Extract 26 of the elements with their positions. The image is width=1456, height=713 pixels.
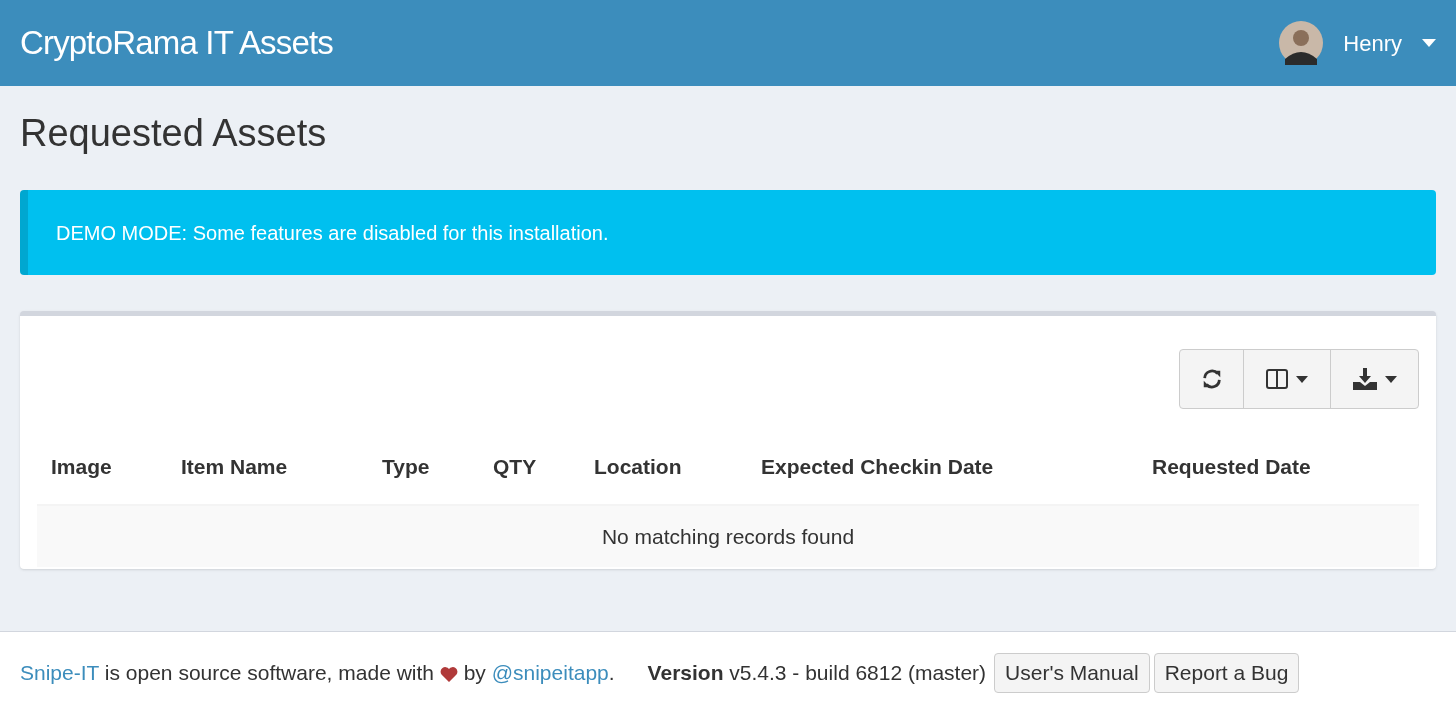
column-header[interactable]: Image [37,429,167,505]
column-header[interactable]: QTY [479,429,580,505]
demo-alert: DEMO MODE: Some features are disabled for this installation. [20,190,1436,275]
footer-button[interactable]: User's Manual [994,652,1150,693]
caret-icon [1384,375,1397,383]
download-icon [1352,368,1377,390]
column-header[interactable]: Location [580,429,747,505]
footer-button[interactable]: Report a Bug [1153,652,1300,693]
heart-icon [439,665,458,682]
refresh-icon [1200,368,1223,390]
page-title: Requested Assets [20,114,328,152]
column-header[interactable]: Item Name [167,429,368,505]
version-text: Version v5.4.3 - build 6812 (master) [647,659,987,686]
brand-link[interactable]: CryptoRama IT Assets [20,18,333,68]
column-header[interactable]: Expected Checkin Date [747,429,1138,505]
column-header[interactable]: Requested Date [1138,429,1419,505]
empty-message: No matching records found [37,505,1419,567]
footer-link[interactable]: Snipe-IT [20,660,99,684]
caret-icon [1296,375,1308,383]
footer-link[interactable]: @snipeitapp [491,660,609,684]
avatar-icon [1279,21,1324,65]
footer-text: Snipe-IT is open source software, made with by @snipeitapp. [20,659,615,686]
columns-icon [1266,369,1288,389]
caret-icon [1422,39,1436,47]
user-menu[interactable]: Henry [1279,21,1436,65]
column-header[interactable]: Type [368,429,479,505]
